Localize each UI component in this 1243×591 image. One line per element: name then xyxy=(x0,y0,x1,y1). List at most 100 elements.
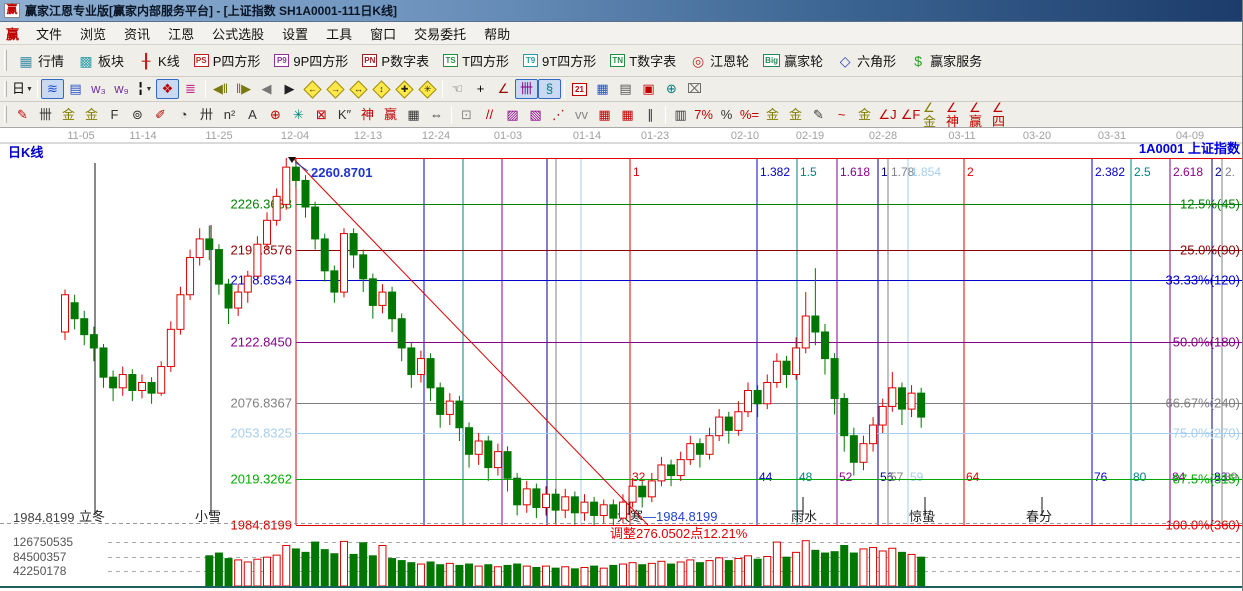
gold-line-tool[interactable]: 金 xyxy=(853,105,876,125)
gold-angle-tool[interactable]: ∠金 xyxy=(922,105,945,125)
spiral-tool[interactable]: ⊚ xyxy=(126,105,149,125)
k-note-tool[interactable]: K″ xyxy=(333,105,356,125)
win-angle-tool[interactable]: ∠赢 xyxy=(968,105,991,125)
zoom-all-button[interactable]: ✚ xyxy=(393,79,416,99)
pan-hand-tool[interactable]: ☜ xyxy=(446,79,469,99)
wave3-tool[interactable]: w₃ xyxy=(87,79,110,99)
9p-square-button[interactable]: P99P四方形 xyxy=(267,48,355,73)
win-tool[interactable]: 赢 xyxy=(379,105,402,125)
title-bar[interactable]: 赢 赢家江恩专业版[赢家内部服务平台] - [上证指数 SH1A0001-111… xyxy=(0,0,1243,22)
red-grid2-tool[interactable]: ▦ xyxy=(616,105,639,125)
toolbar-grip[interactable] xyxy=(4,106,7,124)
t-table-button[interactable]: TNT数字表 xyxy=(603,48,683,73)
menu-item-3[interactable]: 江恩 xyxy=(159,22,203,45)
toolbar-grip[interactable] xyxy=(4,81,7,98)
purple-box2-tool[interactable]: ▧ xyxy=(524,105,547,125)
gold-square2-tool[interactable]: 金 xyxy=(80,105,103,125)
toolbar-grip[interactable] xyxy=(4,50,7,72)
percent7-tool[interactable]: 7% xyxy=(692,105,715,125)
red-fan-tool[interactable]: // xyxy=(478,105,501,125)
menu-item-9[interactable]: 帮助 xyxy=(475,22,519,45)
pencil-a-tool[interactable]: ✎ xyxy=(807,105,830,125)
first-bar-button[interactable]: ◀‖ xyxy=(209,79,232,99)
knife-tool[interactable]: ✎ xyxy=(11,105,34,125)
last-bar-button[interactable]: ‖▶ xyxy=(232,79,255,99)
gann-wheel-button[interactable]: ◎江恩轮 xyxy=(683,48,756,73)
red-grid-tool[interactable]: ▦ xyxy=(593,105,616,125)
gold-square-tool[interactable]: 金 xyxy=(57,105,80,125)
square-plus-tool[interactable]: ⊡ xyxy=(455,105,478,125)
memo-button[interactable]: ▤ xyxy=(614,79,637,99)
menu-item-6[interactable]: 工具 xyxy=(317,22,361,45)
grid2-tool[interactable]: 卅 xyxy=(195,105,218,125)
clock-tool[interactable]: ◔ xyxy=(172,105,195,125)
pattern-tool[interactable]: ❖ xyxy=(156,79,179,99)
a-wave-tool[interactable]: A xyxy=(241,105,264,125)
four-angle-tool[interactable]: ∠四 xyxy=(991,105,1014,125)
gold-circle-tool[interactable]: 金 xyxy=(761,105,784,125)
wave9-tool[interactable]: w₉ xyxy=(110,79,133,99)
save-button[interactable]: ▣ xyxy=(637,79,660,99)
sectors-button[interactable]: ▩板块 xyxy=(71,48,131,73)
menu-item-5[interactable]: 设置 xyxy=(273,22,317,45)
web-square-tool[interactable]: ⊠ xyxy=(310,105,333,125)
menu-item-1[interactable]: 浏览 xyxy=(71,22,115,45)
web-tool[interactable]: ✳ xyxy=(287,105,310,125)
calendar-button[interactable]: 21 xyxy=(568,79,591,99)
f-square-tool[interactable]: F xyxy=(103,105,126,125)
note-tool[interactable]: ▤ xyxy=(64,79,87,99)
t-square-button[interactable]: TST四方形 xyxy=(436,48,516,73)
winner-service-button[interactable]: $赢家服务 xyxy=(903,48,989,73)
gann-pattern-tool[interactable]: 卌 xyxy=(515,79,538,99)
f-angle-tool[interactable]: ∠F xyxy=(899,105,922,125)
kline-button[interactable]: ╂K线 xyxy=(131,48,187,73)
stats-tool[interactable]: ▥ xyxy=(669,105,692,125)
grid-tool[interactable]: 卌 xyxy=(34,105,57,125)
kline-chart-area[interactable]: 11-0511-1411-2512-0412-1312-2401-0301-14… xyxy=(0,128,1243,591)
purple-box-tool[interactable]: ▨ xyxy=(501,105,524,125)
p-table-button[interactable]: PNP数字表 xyxy=(355,48,436,73)
shen-angle-tool[interactable]: ∠神 xyxy=(945,105,968,125)
gold-lines-tool[interactable]: 金 xyxy=(784,105,807,125)
calculator-button[interactable]: ▦ xyxy=(591,79,614,99)
9t-square-button[interactable]: T99T四方形 xyxy=(516,48,603,73)
span-tool[interactable]: ⇔ xyxy=(425,105,448,125)
n-square-tool[interactable]: n² xyxy=(218,105,241,125)
menu-item-2[interactable]: 资讯 xyxy=(115,22,159,45)
parallel-tool[interactable]: ∥ xyxy=(639,105,662,125)
percent-tool[interactable]: % xyxy=(715,105,738,125)
winner-wheel-button[interactable]: Big赢家轮 xyxy=(756,48,830,73)
zoom-right-button[interactable]: → xyxy=(324,79,347,99)
dot-fan-tool[interactable]: ⋰ xyxy=(547,105,570,125)
network-button[interactable]: ⊕ xyxy=(660,79,683,99)
knife2-tool[interactable]: ✐ xyxy=(149,105,172,125)
zoom-h-button[interactable]: ↔ xyxy=(347,79,370,99)
percent-lines-tool[interactable]: %= xyxy=(738,105,761,125)
j-angle-tool[interactable]: ∠J xyxy=(876,105,899,125)
wave-a-tool[interactable]: ~ xyxy=(830,105,853,125)
period-daily-button[interactable]: 日▼ xyxy=(11,79,34,99)
next-bar-button[interactable]: ▶ xyxy=(278,79,301,99)
profile-tool[interactable]: ≣ xyxy=(179,79,202,99)
zoom-v-button[interactable]: ↕ xyxy=(370,79,393,99)
quotes-button[interactable]: ▦行情 xyxy=(11,48,71,73)
price-grid-tool[interactable]: ▦ xyxy=(402,105,425,125)
menu-item-0[interactable]: 文件 xyxy=(27,22,71,45)
prev-bar-button[interactable]: ◀ xyxy=(255,79,278,99)
crosshair-tool[interactable]: + xyxy=(469,79,492,99)
zoom-fit-button[interactable]: ✳ xyxy=(416,79,439,99)
single-candle-tool[interactable]: ╏▼ xyxy=(133,79,156,99)
menu-item-8[interactable]: 交易委托 xyxy=(405,22,475,45)
spiral-pattern-tool[interactable]: § xyxy=(538,79,561,99)
wave-v-tool[interactable]: vv xyxy=(570,105,593,125)
hexagon-button[interactable]: ◇六角形 xyxy=(830,48,903,73)
menu-item-4[interactable]: 公式选股 xyxy=(203,22,273,45)
menu-item-7[interactable]: 窗口 xyxy=(361,22,405,45)
shen-tool[interactable]: 神 xyxy=(356,105,379,125)
p-square-button[interactable]: PSP四方形 xyxy=(187,48,268,73)
angle-measure-tool[interactable]: ∠ xyxy=(492,79,515,99)
zoom-left-button[interactable]: ← xyxy=(301,79,324,99)
circle-cross-tool[interactable]: ⊕ xyxy=(264,105,287,125)
client-button[interactable]: ⌧ xyxy=(683,79,706,99)
zigzag-tool[interactable]: ≋ xyxy=(41,79,64,99)
